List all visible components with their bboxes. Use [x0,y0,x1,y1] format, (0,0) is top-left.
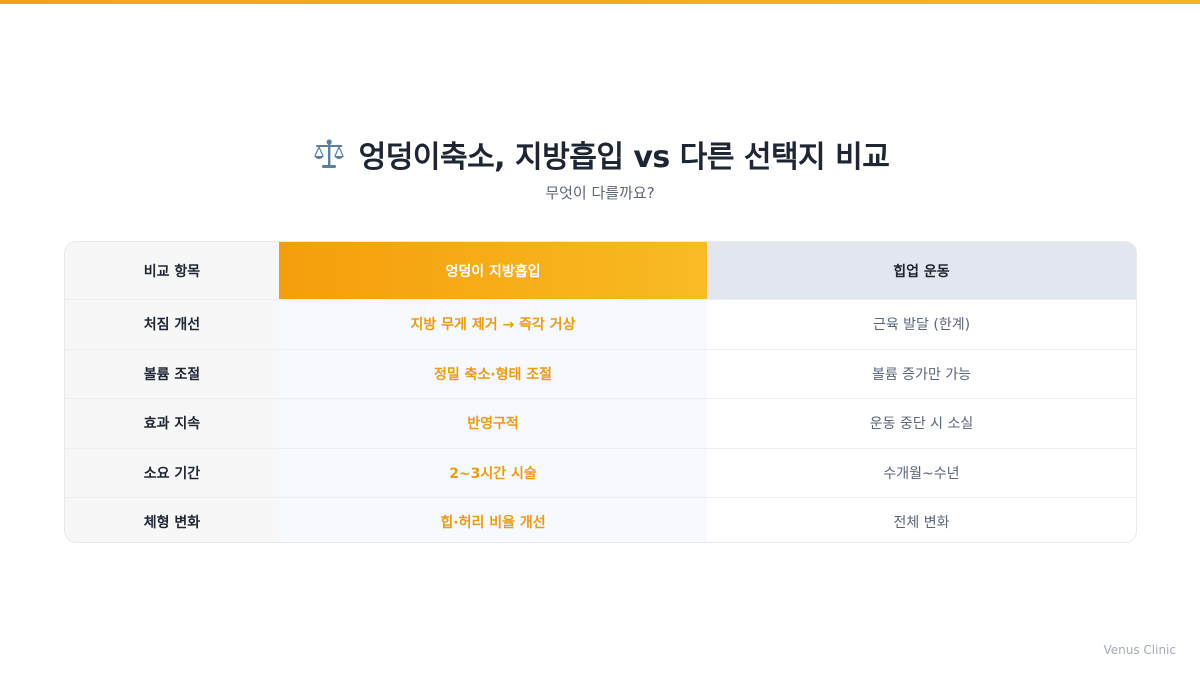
top-accent-bar [0,0,1200,4]
table-header-row: 비교 항목 엉덩이 지방흡입 힙업 운동 [65,242,1136,299]
row-criteria: 처짐 개선 [65,300,279,349]
brand-footer: Venus Clinic [1103,643,1176,657]
scale-icon [311,136,347,172]
row-criteria: 소요 기간 [65,448,279,497]
row-liposuction-value: 힙·허리 비율 개선 [279,498,707,542]
title-area: 엉덩이축소, 지방흡입 vs 다른 선택지 비교 [0,132,1200,176]
row-exercise-value: 볼륨 증가만 가능 [707,349,1136,398]
header-exercise: 힙업 운동 [707,242,1136,299]
row-criteria: 효과 지속 [65,399,279,448]
row-criteria: 볼륨 조절 [65,349,279,398]
row-criteria: 체형 변화 [65,498,279,542]
row-liposuction-value: 정밀 축소·형태 조절 [279,349,707,398]
row-exercise-value: 운동 중단 시 소실 [707,399,1136,448]
table-row: 체형 변화 힙·허리 비율 개선 전체 변화 [65,497,1136,542]
page-title: 엉덩이축소, 지방흡입 vs 다른 선택지 비교 [311,132,890,176]
row-exercise-value: 전체 변화 [707,498,1136,542]
table-row: 볼륨 조절 정밀 축소·형태 조절 볼륨 증가만 가능 [65,348,1136,398]
table-row: 효과 지속 반영구적 운동 중단 시 소실 [65,398,1136,448]
header-criteria: 비교 항목 [65,242,279,299]
table-row: 소요 기간 2~3시간 시술 수개월~수년 [65,447,1136,497]
row-liposuction-value: 2~3시간 시술 [279,448,707,497]
row-exercise-value: 근육 발달 (한계) [707,300,1136,349]
page-subtitle: 무엇이 다를까요? [545,184,655,202]
title-text: 엉덩이축소, 지방흡입 vs 다른 선택지 비교 [358,140,890,175]
comparison-table: 비교 항목 엉덩이 지방흡입 힙업 운동 처짐 개선 지방 무게 제거 → 즉각… [64,241,1137,543]
row-exercise-value: 수개월~수년 [707,448,1136,497]
row-liposuction-value: 반영구적 [279,399,707,448]
header-liposuction: 엉덩이 지방흡입 [279,242,707,299]
row-liposuction-value: 지방 무게 제거 → 즉각 거상 [279,300,707,349]
table-row: 처짐 개선 지방 무게 제거 → 즉각 거상 근육 발달 (한계) [65,299,1136,349]
